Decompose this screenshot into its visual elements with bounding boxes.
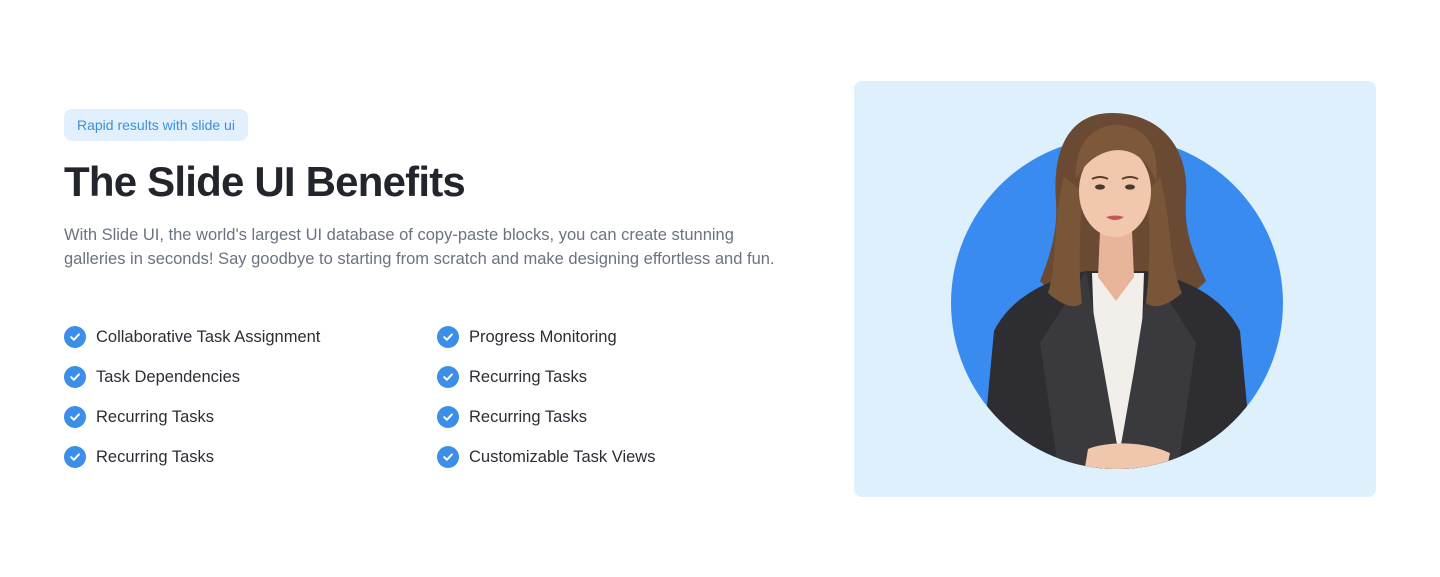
feature-item: Customizable Task Views — [437, 445, 655, 469]
portrait-image — [951, 113, 1283, 469]
check-circle-icon — [64, 366, 86, 388]
feature-item: Collaborative Task Assignment — [64, 325, 320, 349]
check-circle-icon — [64, 326, 86, 348]
feature-label: Customizable Task Views — [469, 447, 656, 466]
feature-label: Collaborative Task Assignment — [96, 327, 321, 346]
feature-label: Task Dependencies — [96, 367, 241, 386]
feature-label: Recurring Tasks — [96, 407, 214, 426]
feature-label: Recurring Tasks — [469, 407, 587, 426]
check-circle-icon — [437, 326, 459, 348]
feature-item: Recurring Tasks — [437, 405, 587, 429]
section-description: With Slide UI, the world's largest UI da… — [64, 226, 775, 268]
feature-label: Recurring Tasks — [469, 367, 587, 386]
check-circle-icon — [437, 366, 459, 388]
feature-item: Recurring Tasks — [437, 365, 587, 389]
check-circle-icon — [64, 406, 86, 428]
image-card — [854, 81, 1376, 497]
section-badge: Rapid results with slide ui — [64, 109, 248, 141]
feature-item: Progress Monitoring — [437, 325, 617, 349]
feature-label: Progress Monitoring — [469, 327, 617, 346]
check-circle-icon — [64, 446, 86, 468]
section-title: The Slide UI Benefits — [64, 158, 466, 205]
feature-label: Recurring Tasks — [96, 447, 214, 466]
feature-item: Task Dependencies — [64, 365, 240, 389]
benefits-content: Rapid results with slide ui The Slide UI… — [64, 109, 784, 468]
benefits-section: Rapid results with slide ui The Slide UI… — [0, 0, 1440, 577]
feature-item: Recurring Tasks — [64, 445, 214, 469]
feature-list: Collaborative Task Assignment Progress M… — [64, 325, 784, 485]
check-circle-icon — [437, 406, 459, 428]
feature-item: Recurring Tasks — [64, 405, 214, 429]
check-circle-icon — [437, 446, 459, 468]
